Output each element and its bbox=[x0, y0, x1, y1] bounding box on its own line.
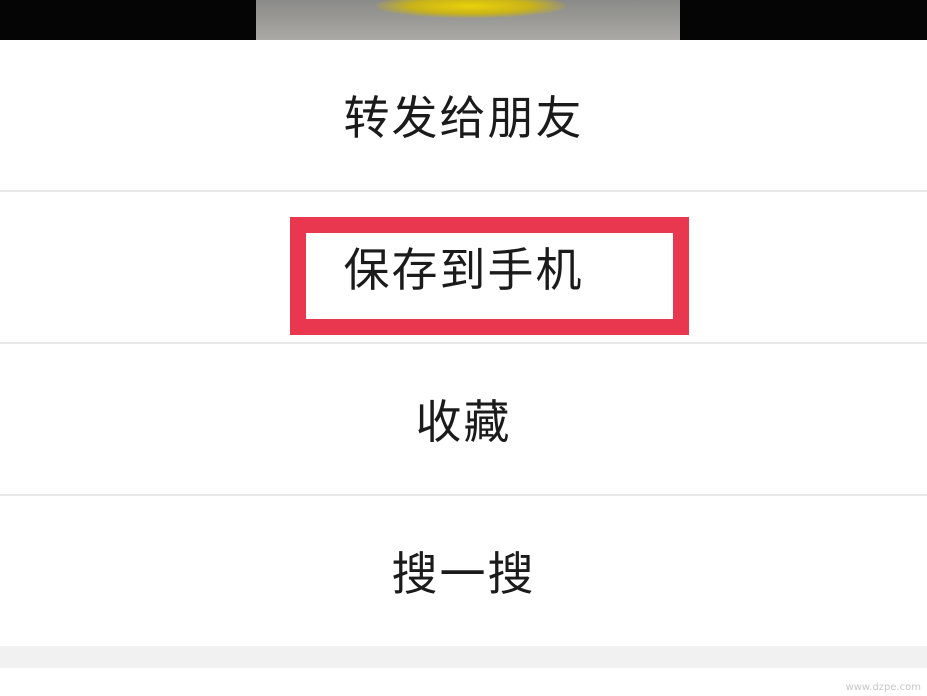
menu-item-favorite[interactable]: 收藏 bbox=[0, 344, 927, 494]
menu-item-search-label: 搜一搜 bbox=[391, 547, 536, 601]
section-gap bbox=[0, 646, 927, 668]
cancel-area[interactable] bbox=[0, 668, 927, 696]
image-yellow-object bbox=[376, 0, 566, 18]
menu-item-save-to-phone[interactable]: 保存到手机 bbox=[0, 192, 927, 342]
action-sheet-screen: 转发给朋友 保存到手机 收藏 搜一搜 www.dzpe.com bbox=[0, 0, 927, 696]
menu-item-forward-label: 转发给朋友 bbox=[343, 91, 584, 145]
dimmed-background[interactable] bbox=[0, 0, 927, 40]
menu-item-forward[interactable]: 转发给朋友 bbox=[0, 40, 927, 190]
image-preview bbox=[256, 0, 680, 40]
menu-item-save-to-phone-label: 保存到手机 bbox=[343, 243, 584, 297]
watermark-text: www.dzpe.com bbox=[845, 682, 921, 693]
menu-item-search[interactable]: 搜一搜 bbox=[0, 496, 927, 646]
menu-item-favorite-label: 收藏 bbox=[415, 395, 512, 449]
